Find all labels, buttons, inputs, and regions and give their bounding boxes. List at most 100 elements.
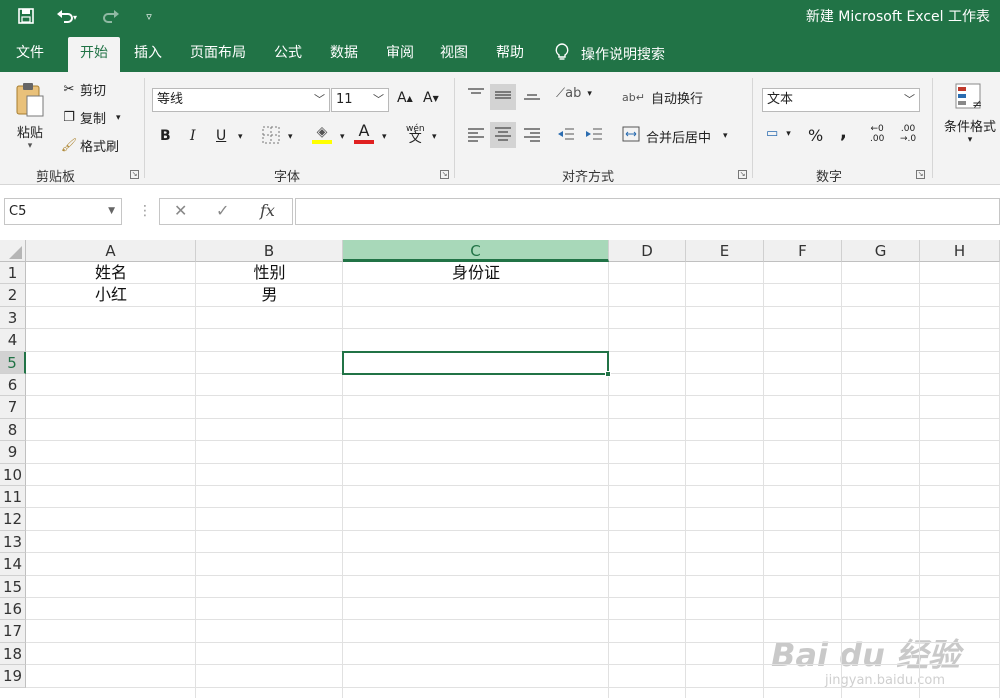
paste-dropdown-icon[interactable]: ▾ [28,141,33,151]
cancel-icon[interactable]: ✕ [174,201,187,220]
clipboard-launcher-icon[interactable]: ↘ [130,170,139,179]
copy-button[interactable]: ❐ 复制 ▾ [58,108,121,127]
column-header-h[interactable]: H [920,240,1000,262]
align-top-button[interactable] [466,86,486,106]
row-header-15[interactable]: 15 [0,575,26,598]
row-header-7[interactable]: 7 [0,396,26,419]
fill-dropdown-icon[interactable]: ▾ [340,132,345,142]
align-right-button[interactable] [522,126,542,146]
fill-handle[interactable] [605,371,611,377]
decrease-decimal-button[interactable]: .00 →.0 [900,124,916,144]
font-name-combo[interactable]: 等线 ﹀ [152,88,330,112]
align-center-button[interactable] [490,122,516,148]
conditional-format-dropdown-icon[interactable]: ▾ [968,135,973,145]
tab-home[interactable]: 开始 [68,37,120,72]
save-icon[interactable] [14,6,38,26]
row-header-14[interactable]: 14 [0,553,26,576]
shrink-font-button[interactable]: A ▼ [423,90,439,106]
row-header-18[interactable]: 18 [0,642,26,666]
tab-review[interactable]: 审阅 [386,43,414,67]
cut-button[interactable]: ✂ 剪切 [58,80,106,99]
orientation-button[interactable]: ⟋ab ▾ [556,86,592,101]
row-header-19[interactable]: 19 [0,665,26,688]
borders-button[interactable]: ▾ [262,126,293,148]
cell-c1[interactable]: 身份证 [343,262,609,284]
tab-view[interactable]: 视图 [440,43,468,67]
column-header-c[interactable]: C [343,240,609,262]
orientation-dropdown-icon[interactable]: ▾ [587,89,592,99]
italic-button[interactable]: I [190,128,196,144]
increase-decimal-button[interactable]: ←0.00 [870,124,884,144]
redo-icon[interactable] [96,6,130,26]
worksheet-grid[interactable]: Bai du 经验 jingyan.baidu.com ABCDEFGH1234… [0,240,1000,698]
customize-icon[interactable]: ▿ [140,6,158,26]
column-header-a[interactable]: A [26,240,196,262]
merge-center-button[interactable]: 合并后居中 ▾ [622,126,728,146]
font-color-dropdown-icon[interactable]: ▾ [382,132,387,142]
select-all-corner[interactable] [0,240,26,262]
row-header-2[interactable]: 2 [0,284,26,307]
align-middle-button[interactable] [490,84,516,110]
phonetic-dropdown-icon[interactable]: ▾ [432,132,437,142]
chevron-down-icon[interactable]: ﹀ [373,89,384,111]
number-format-combo[interactable]: 文本 ﹀ [762,88,920,112]
column-header-g[interactable]: G [842,240,920,262]
borders-dropdown-icon[interactable]: ▾ [288,132,293,142]
conditional-format-button[interactable]: ≠ 条件格式 ▾ [940,82,1000,145]
merge-dropdown-icon[interactable]: ▾ [723,131,728,141]
cell-a1[interactable]: 姓名 [26,262,196,284]
wrap-text-button[interactable]: ab↵ 自动换行 [622,88,703,107]
row-header-4[interactable]: 4 [0,329,26,352]
row-header-13[interactable]: 13 [0,530,26,554]
comma-button[interactable]: , [840,122,847,143]
align-bottom-button[interactable] [522,86,542,106]
cell-b2[interactable]: 男 [196,284,343,306]
column-header-e[interactable]: E [686,240,764,262]
font-launcher-icon[interactable]: ↘ [440,170,449,179]
row-header-6[interactable]: 6 [0,374,26,397]
percent-button[interactable]: % [808,126,823,145]
row-header-3[interactable]: 3 [0,306,26,330]
paste-button[interactable]: 粘贴 ▾ [10,80,50,151]
formula-input[interactable] [295,198,1000,225]
chevron-down-icon[interactable]: ﹀ [904,89,915,111]
row-header-12[interactable]: 12 [0,508,26,531]
accounting-dropdown-icon[interactable]: ▾ [786,129,791,139]
font-size-combo[interactable]: 11 ﹀ [331,88,389,112]
row-header-17[interactable]: 17 [0,620,26,643]
tab-data[interactable]: 数据 [330,43,358,67]
bold-button[interactable]: B [160,128,171,144]
search-box[interactable]: 操作说明搜索 [555,43,665,67]
underline-button[interactable]: U [216,128,226,144]
undo-icon[interactable]: ▾ [50,6,84,26]
underline-dropdown-icon[interactable]: ▾ [238,132,243,142]
row-header-16[interactable]: 16 [0,598,26,621]
chevron-down-icon[interactable]: ﹀ [314,89,325,111]
align-left-button[interactable] [466,126,486,146]
accounting-button[interactable]: ▭ ▾ [766,126,791,141]
grow-font-button[interactable]: A ▲ [397,90,413,106]
font-color-button[interactable]: A [354,122,374,144]
copy-dropdown-icon[interactable]: ▾ [116,113,121,123]
row-header-8[interactable]: 8 [0,418,26,442]
name-box[interactable]: C5 ▼ [4,198,122,225]
insert-function-button[interactable]: fx [260,201,275,220]
row-header-5[interactable]: 5 [0,351,26,374]
tab-page-layout[interactable]: 页面布局 [190,43,246,67]
tab-formulas[interactable]: 公式 [274,43,302,67]
increase-indent-button[interactable] [584,126,604,146]
alignment-launcher-icon[interactable]: ↘ [738,170,747,179]
fill-color-button[interactable]: ◈ [312,124,332,144]
tab-insert[interactable]: 插入 [134,43,162,67]
tab-file[interactable]: 文件 [16,43,44,67]
row-header-1[interactable]: 1 [0,262,26,285]
format-painter-button[interactable]: 🖌 格式刷 [58,136,119,155]
tab-help[interactable]: 帮助 [496,43,524,67]
cell-b1[interactable]: 性别 [196,262,343,284]
chevron-down-icon[interactable]: ▼ [108,199,115,224]
active-cell-selection[interactable] [342,350,609,375]
check-icon[interactable]: ✓ [216,201,229,220]
row-header-11[interactable]: 11 [0,486,26,509]
decrease-indent-button[interactable] [556,126,576,146]
row-header-9[interactable]: 9 [0,441,26,464]
